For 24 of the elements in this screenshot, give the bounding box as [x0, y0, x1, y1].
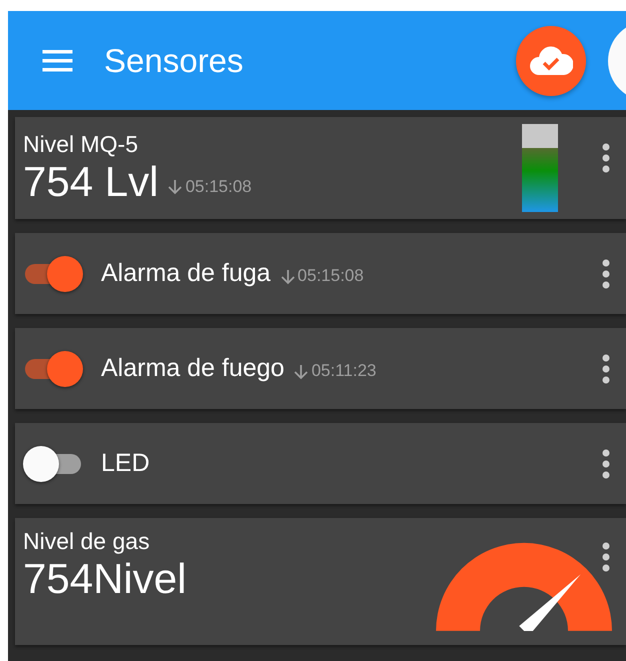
- sensor-value: 754 Lvl: [23, 158, 158, 206]
- more-icon[interactable]: [602, 143, 610, 173]
- switch-label: Alarma de fuego: [101, 354, 284, 383]
- toggle-switch[interactable]: [23, 254, 85, 294]
- timestamp: 05:15:08: [185, 176, 252, 196]
- more-icon[interactable]: [602, 258, 610, 288]
- sensor-name: Nivel de gas: [23, 528, 151, 555]
- down-arrow-icon: [280, 268, 295, 284]
- down-arrow-icon: [294, 364, 308, 380]
- sensor-name: Nivel MQ-5: [23, 130, 140, 158]
- down-arrow-icon: [168, 178, 182, 194]
- cloud-check-button[interactable]: [516, 26, 586, 96]
- switch-label: Alarma de fuga: [101, 259, 271, 288]
- menu-icon[interactable]: [42, 50, 73, 72]
- switch-label: LED: [101, 449, 150, 478]
- app-title: Sensores: [104, 42, 244, 80]
- more-icon[interactable]: [602, 354, 610, 384]
- cloud-check-icon: [529, 46, 573, 76]
- sensor-value: 754Nivel: [23, 555, 186, 603]
- toggle-switch[interactable]: [23, 348, 85, 388]
- timestamp: 05:11:23: [311, 360, 376, 380]
- more-icon[interactable]: [602, 542, 610, 572]
- more-icon[interactable]: [602, 448, 610, 478]
- timestamp: 05:15:08: [298, 266, 364, 286]
